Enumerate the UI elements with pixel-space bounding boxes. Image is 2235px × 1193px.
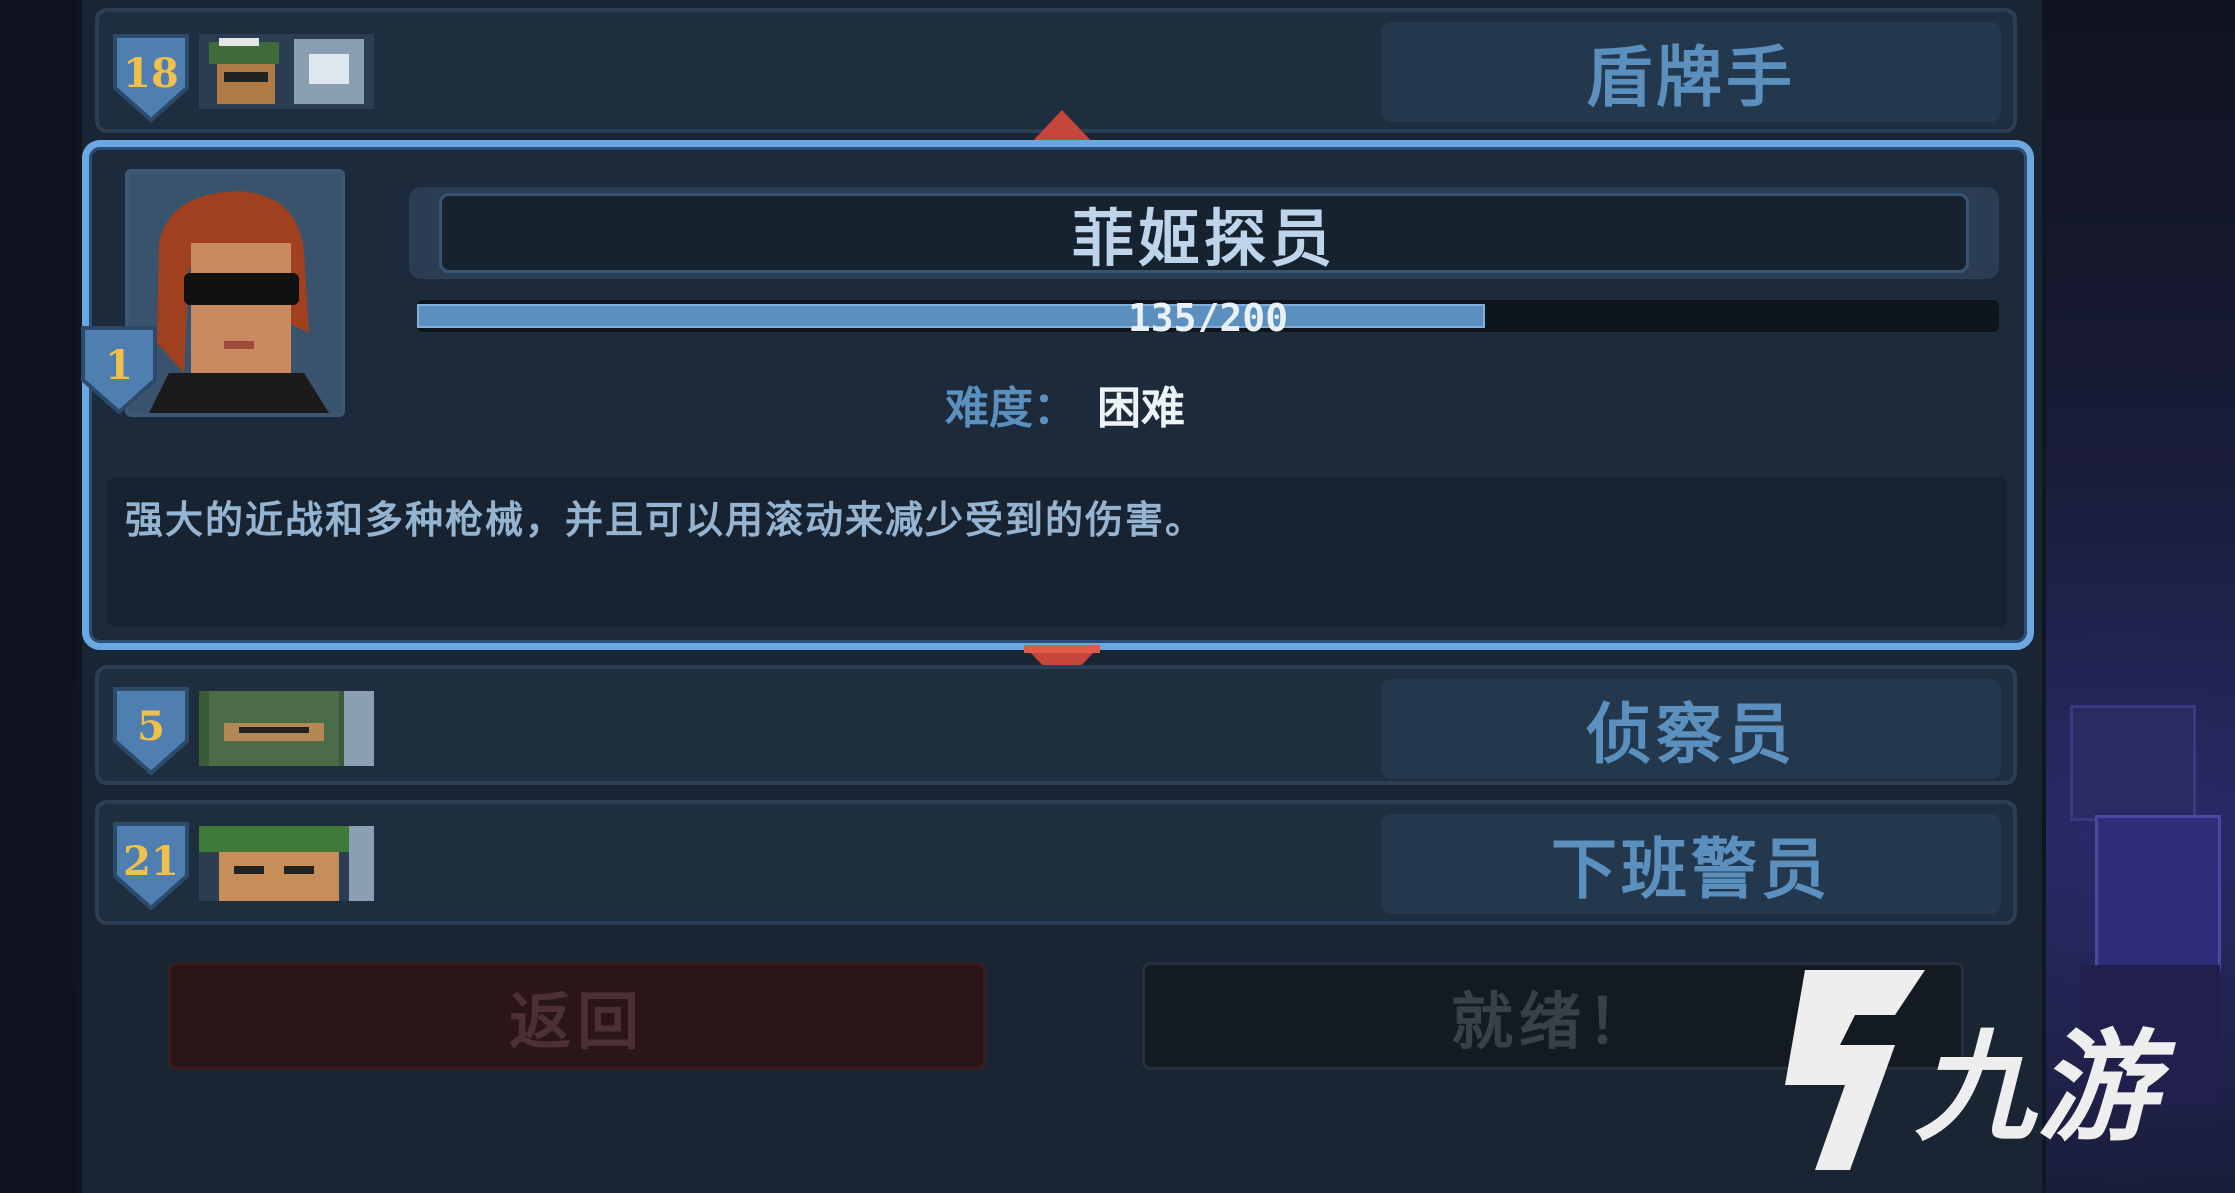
character-thumbnail <box>199 34 374 109</box>
watermark-text: 九游 <box>1915 1019 2159 1158</box>
row-name-box: 盾牌手 <box>1381 22 2001 122</box>
character-name: 盾牌手 <box>1586 39 1796 116</box>
character-name: 侦察员 <box>1586 696 1796 773</box>
scroll-up-arrow-icon[interactable] <box>1030 110 1094 144</box>
level-shield-icon: 5 <box>111 683 191 778</box>
difficulty-label: 难度： <box>945 383 1077 434</box>
watermark-logo: 九游 <box>1745 955 2225 1185</box>
character-thumbnail <box>199 691 374 766</box>
level-number: 21 <box>123 838 179 885</box>
xp-progress-bar: 135/200 <box>417 300 1999 332</box>
description-box: 强大的近战和多种枪械，并且可以用滚动来减少受到的伤害。 <box>107 477 2007 627</box>
game-screen: 18 盾牌手 1 菲姬探员 135/200 难度： 困难 强大的近战和多种枪械，… <box>0 0 2235 1193</box>
level-shield-icon: 18 <box>111 30 191 125</box>
character-name: 下班警员 <box>1551 831 1831 908</box>
level-number: 5 <box>137 703 165 750</box>
xp-text: 135/200 <box>1127 300 1289 332</box>
row-name-box: 侦察员 <box>1381 679 2001 779</box>
background-decoration <box>2070 705 2196 821</box>
level-shield-icon: 21 <box>111 818 191 913</box>
character-row-offduty-cop[interactable]: 21 下班警员 <box>95 800 2017 925</box>
character-thumbnail <box>199 826 374 901</box>
character-row-scout[interactable]: 5 侦察员 <box>95 665 2017 785</box>
selected-character-card[interactable]: 1 菲姬探员 135/200 难度： 困难 强大的近战和多种枪械，并且可以用滚动来… <box>81 140 2034 650</box>
character-description: 强大的近战和多种枪械，并且可以用滚动来减少受到的伤害。 <box>125 498 1206 542</box>
selected-character-name: 菲姬探员 <box>439 193 1969 275</box>
difficulty-value: 困难 <box>1097 383 1185 434</box>
scroll-down-arrow-base <box>1024 645 1100 653</box>
row-name-box: 下班警员 <box>1381 814 2001 914</box>
difficulty-line: 难度： 困难 <box>89 372 2041 436</box>
name-banner: 菲姬探员 <box>409 187 1999 279</box>
back-button[interactable]: 返回 <box>168 962 986 1070</box>
level-number: 18 <box>123 50 179 97</box>
background-decoration <box>2095 815 2221 971</box>
